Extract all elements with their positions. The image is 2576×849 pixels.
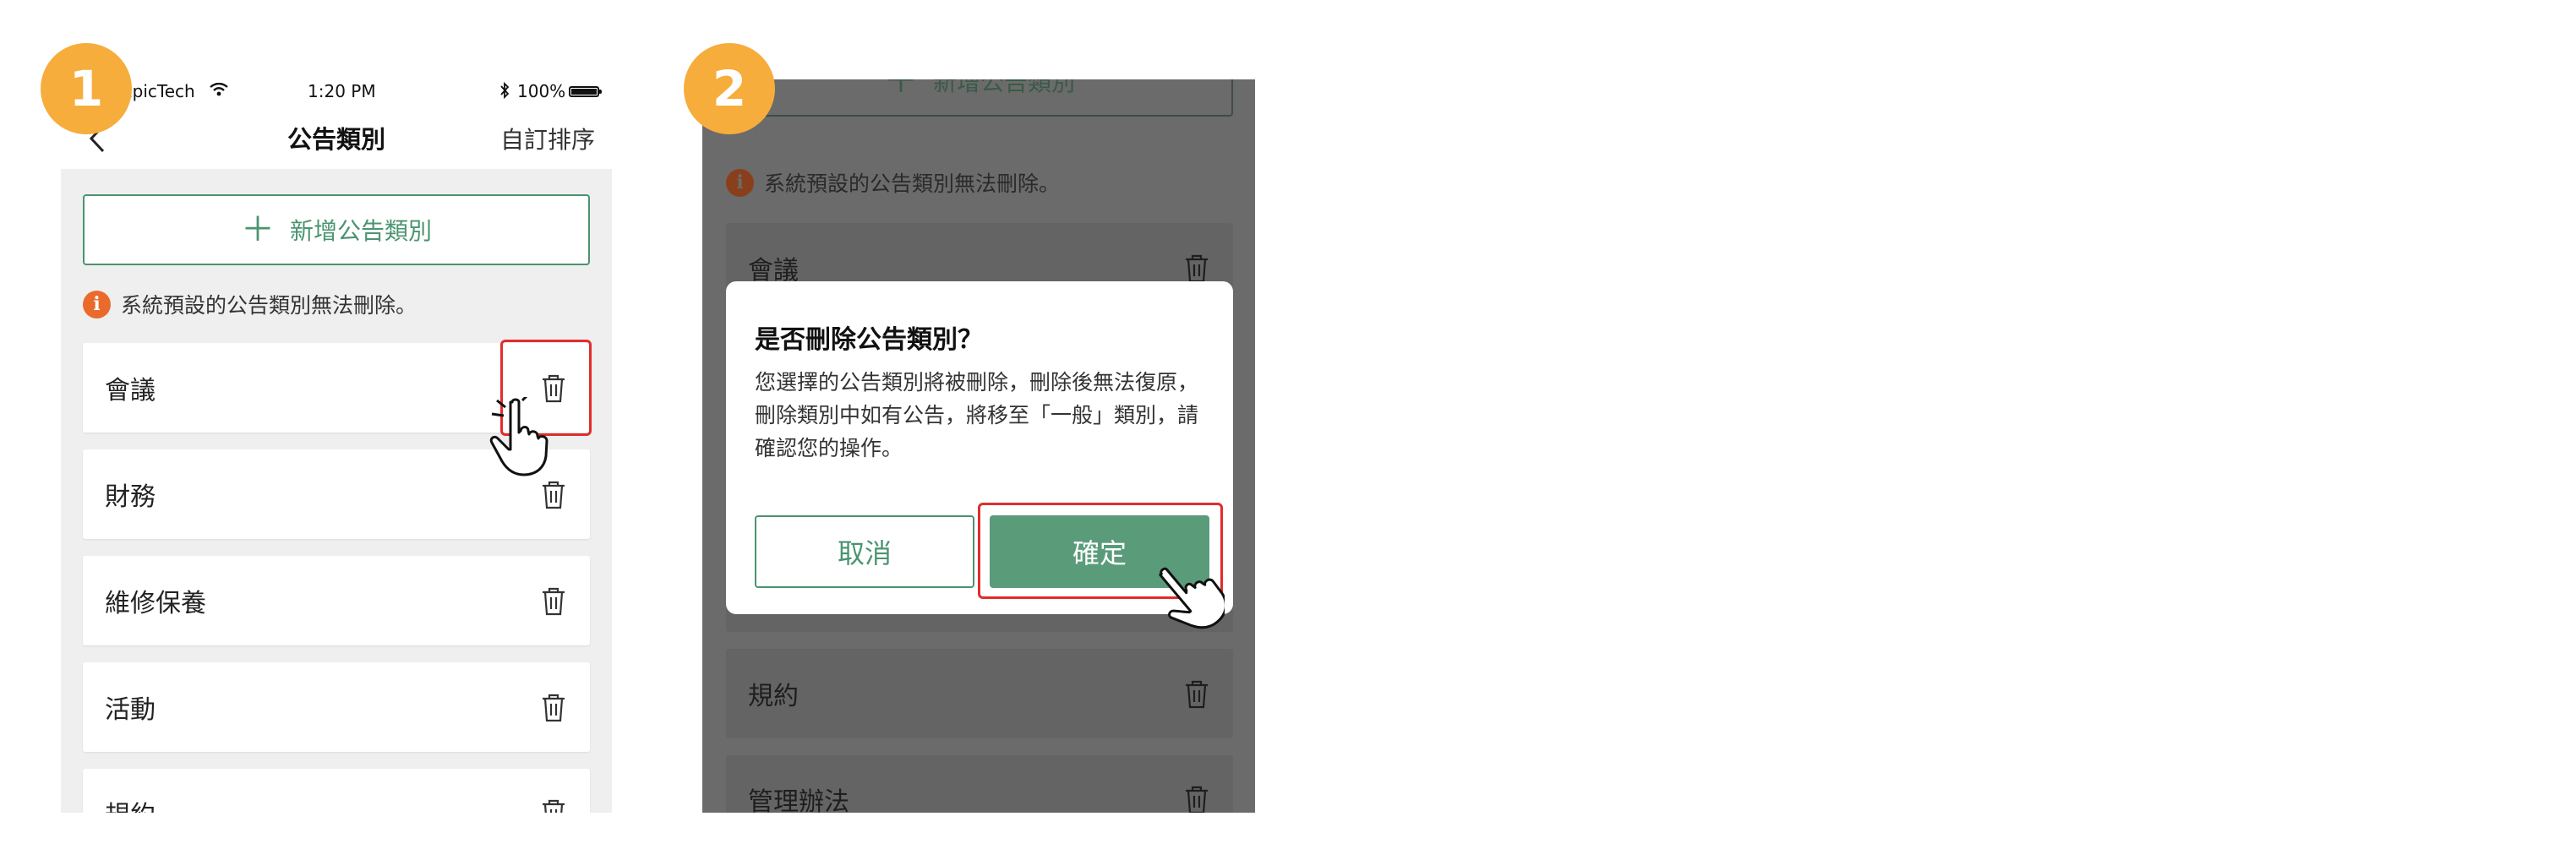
- trash-icon[interactable]: [1184, 253, 1209, 283]
- category-label: 維修保養: [105, 589, 206, 618]
- info-notice-text: 系統預設的公告類別無法刪除。: [764, 171, 1061, 196]
- trash-icon[interactable]: [541, 479, 566, 509]
- carrier-label: EpicTech: [122, 81, 195, 101]
- trash-icon[interactable]: [1184, 784, 1209, 813]
- trash-icon[interactable]: [541, 585, 566, 616]
- battery-icon: [569, 86, 602, 97]
- plus-icon: ＋: [240, 210, 275, 249]
- wifi-icon: [210, 83, 228, 96]
- cancel-button[interactable]: 取消: [755, 515, 974, 588]
- dialog-message: 您選擇的公告類別將被刪除，刪除後無法復原，刪除類別中如有公告，將移至「一般」類別…: [755, 370, 1199, 460]
- bluetooth-icon: [500, 81, 510, 100]
- status-bar: EpicTech 1:20 PM 100%: [61, 69, 612, 112]
- trash-icon[interactable]: [541, 797, 566, 813]
- category-label: 規約: [105, 769, 156, 813]
- category-item[interactable]: 維修保養: [83, 556, 590, 645]
- info-notice: i 系統預設的公告類別無法刪除。: [726, 167, 1060, 198]
- battery-percent: 100%: [517, 81, 566, 101]
- info-notice: i 系統預設的公告類別無法刪除。: [83, 289, 417, 319]
- pointing-hand-icon: [489, 397, 548, 476]
- category-item[interactable]: 規約: [83, 769, 590, 813]
- info-icon: i: [726, 168, 754, 197]
- add-category-button[interactable]: ＋ 新增公告類別: [83, 194, 590, 265]
- category-label: 會議: [105, 376, 156, 405]
- add-category-label: 新增公告類別: [932, 79, 1075, 96]
- clock: 1:20 PM: [308, 81, 376, 101]
- category-label: 管理辦法: [748, 787, 849, 813]
- add-category-button[interactable]: ＋ 新增公告類別: [726, 79, 1233, 117]
- info-notice-text: 系統預設的公告類別無法刪除。: [121, 293, 418, 318]
- custom-sort-button[interactable]: 自訂排序: [500, 122, 595, 155]
- category-label: 活動: [105, 695, 156, 725]
- phone-screen-category-list: EpicTech 1:20 PM 100% 公告類別 自訂排序 ＋ 新增公告類別…: [61, 69, 612, 813]
- trash-icon[interactable]: [541, 692, 566, 722]
- trash-icon[interactable]: [1184, 678, 1209, 709]
- plus-icon: ＋: [883, 79, 918, 101]
- category-item[interactable]: 活動: [83, 662, 590, 752]
- category-item[interactable]: 規約: [726, 649, 1233, 738]
- dialog-title: 是否刪除公告類別？: [755, 325, 983, 355]
- category-label: 規約: [748, 682, 799, 711]
- info-icon: i: [83, 290, 111, 318]
- pointing-hand-icon: [1159, 567, 1225, 629]
- delete-confirm-dialog: 是否刪除公告類別？ 您選擇的公告類別將被刪除，刪除後無法復原，刪除類別中如有公告…: [726, 281, 1233, 629]
- category-label: 財務: [105, 482, 156, 512]
- step-badge: 1: [41, 43, 132, 134]
- add-category-label: 新增公告類別: [289, 217, 432, 245]
- category-item[interactable]: 管理辦法: [726, 755, 1233, 813]
- phone-screen-delete-dialog: ＋ 新增公告類別 i 系統預設的公告類別無法刪除。 會議 規約 管理辦法 是否刪…: [702, 79, 1255, 813]
- step-badge: 2: [684, 43, 775, 134]
